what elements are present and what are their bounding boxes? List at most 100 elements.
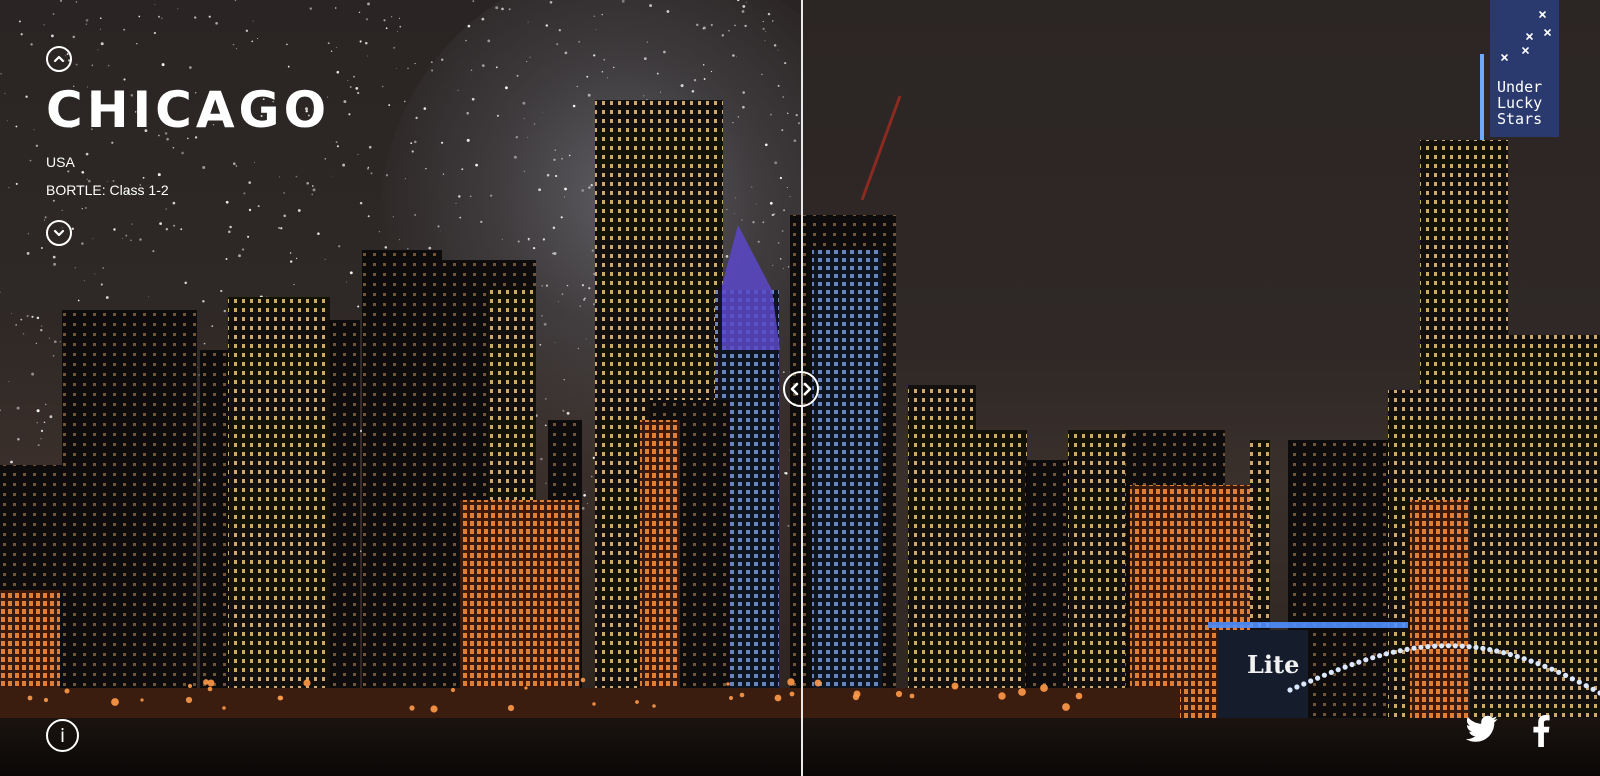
twitter-share-button[interactable] xyxy=(1465,715,1498,748)
string-light-bulb xyxy=(1432,643,1438,649)
string-light-bulb xyxy=(1315,675,1321,681)
string-light-bulb xyxy=(1473,644,1479,651)
building xyxy=(1470,335,1600,720)
building xyxy=(908,385,976,720)
next-city-button[interactable] xyxy=(46,220,72,246)
string-light-bulb xyxy=(1549,666,1555,672)
street-light xyxy=(187,683,193,689)
street-light xyxy=(1018,688,1026,696)
street-light xyxy=(814,679,822,687)
string-light-bulb xyxy=(1480,645,1486,652)
string-light-bulb xyxy=(1363,657,1369,663)
string-light-bulb xyxy=(1563,672,1569,679)
city-title: CHICAGO xyxy=(46,81,331,139)
string-light-bulb xyxy=(1507,651,1513,658)
logo-text: Under Lucky Stars xyxy=(1497,79,1542,127)
string-light-bulb xyxy=(1349,661,1355,668)
city-country: USA xyxy=(46,154,75,170)
spire xyxy=(722,225,780,350)
street-light xyxy=(852,693,860,701)
building xyxy=(1410,500,1470,720)
street-light xyxy=(303,679,311,687)
street-light xyxy=(580,677,586,683)
building xyxy=(228,297,330,720)
string-light-bulb xyxy=(1535,661,1541,667)
string-light-bulb xyxy=(1377,653,1383,659)
string-light-bulb xyxy=(1301,681,1307,687)
street-light xyxy=(1062,703,1070,711)
string-light-bulb xyxy=(1383,651,1389,657)
string-light-bulb xyxy=(1521,656,1527,662)
string-light-bulb xyxy=(1445,643,1451,649)
string-light-bulb xyxy=(1335,667,1341,673)
antenna xyxy=(1480,54,1484,140)
previous-city-button[interactable] xyxy=(46,46,72,72)
building xyxy=(975,430,1027,720)
string-light-bulb xyxy=(1590,686,1596,692)
logo-line-2: Lucky xyxy=(1497,94,1543,112)
street-light xyxy=(203,679,209,685)
street-light xyxy=(635,700,639,704)
street-light xyxy=(895,690,903,698)
info-button[interactable]: i xyxy=(46,719,79,752)
left-right-arrows-icon xyxy=(790,382,812,396)
info-icon: i xyxy=(59,724,66,747)
comparison-stage: Lite CHICAGO USA BORTLE: Class 1-2 Under… xyxy=(0,0,1600,776)
waterfront xyxy=(0,718,1600,776)
string-light-bulb xyxy=(1425,644,1431,650)
string-light-bulb xyxy=(1390,649,1396,655)
string-light-bulb xyxy=(1411,645,1417,651)
logo-line-1: Under xyxy=(1497,78,1543,96)
bortle-class: BORTLE: Class 1-2 xyxy=(46,182,169,198)
string-light-bulb xyxy=(1569,676,1575,682)
string-light-bulb xyxy=(1321,672,1327,678)
crane xyxy=(860,95,902,201)
building xyxy=(812,250,882,720)
street-light xyxy=(409,705,415,711)
street-light xyxy=(222,706,226,710)
building xyxy=(460,500,580,720)
street-light xyxy=(1040,684,1048,692)
street-light xyxy=(592,702,596,706)
string-light-bulb xyxy=(1342,664,1348,670)
string-light-bulb xyxy=(1542,663,1548,670)
street-light xyxy=(430,705,438,713)
building xyxy=(640,420,680,720)
string-light-bulb xyxy=(1466,644,1472,650)
building xyxy=(330,320,360,720)
string-light-bulb xyxy=(1397,648,1403,654)
building xyxy=(1068,430,1128,720)
string-light-bulb xyxy=(1294,684,1300,690)
comparison-slider-handle[interactable] xyxy=(783,371,819,407)
street-light xyxy=(652,704,656,708)
string-light-bulb xyxy=(1404,646,1410,653)
street-light xyxy=(774,694,782,702)
constellation-icon xyxy=(1501,11,1551,61)
string-light-bulb xyxy=(1501,650,1507,656)
street-light xyxy=(140,698,144,702)
street-light xyxy=(729,696,733,700)
chevron-down-icon xyxy=(53,229,65,237)
string-light-bulb xyxy=(1487,647,1493,653)
street-light xyxy=(787,678,795,686)
building xyxy=(62,310,197,720)
street-light xyxy=(951,682,959,690)
twitter-icon xyxy=(1465,715,1498,742)
string-light-bulb xyxy=(1528,658,1534,664)
street-light xyxy=(1075,692,1083,700)
street-light xyxy=(726,682,730,686)
facebook-share-button[interactable] xyxy=(1532,715,1550,752)
facebook-icon xyxy=(1533,715,1550,747)
string-light-bulb xyxy=(1439,643,1445,649)
string-light-bulb xyxy=(1459,643,1465,649)
street-light xyxy=(524,686,528,690)
under-lucky-stars-logo[interactable]: Under Lucky Stars xyxy=(1490,0,1559,137)
street-light xyxy=(43,697,49,703)
string-light-bulb xyxy=(1452,643,1458,649)
string-light-bulb xyxy=(1583,683,1589,689)
street-light xyxy=(207,686,213,692)
chevron-up-icon xyxy=(53,55,65,63)
city-info-panel: CHICAGO USA BORTLE: Class 1-2 xyxy=(46,46,330,246)
building xyxy=(200,350,230,720)
street-light xyxy=(111,698,119,706)
